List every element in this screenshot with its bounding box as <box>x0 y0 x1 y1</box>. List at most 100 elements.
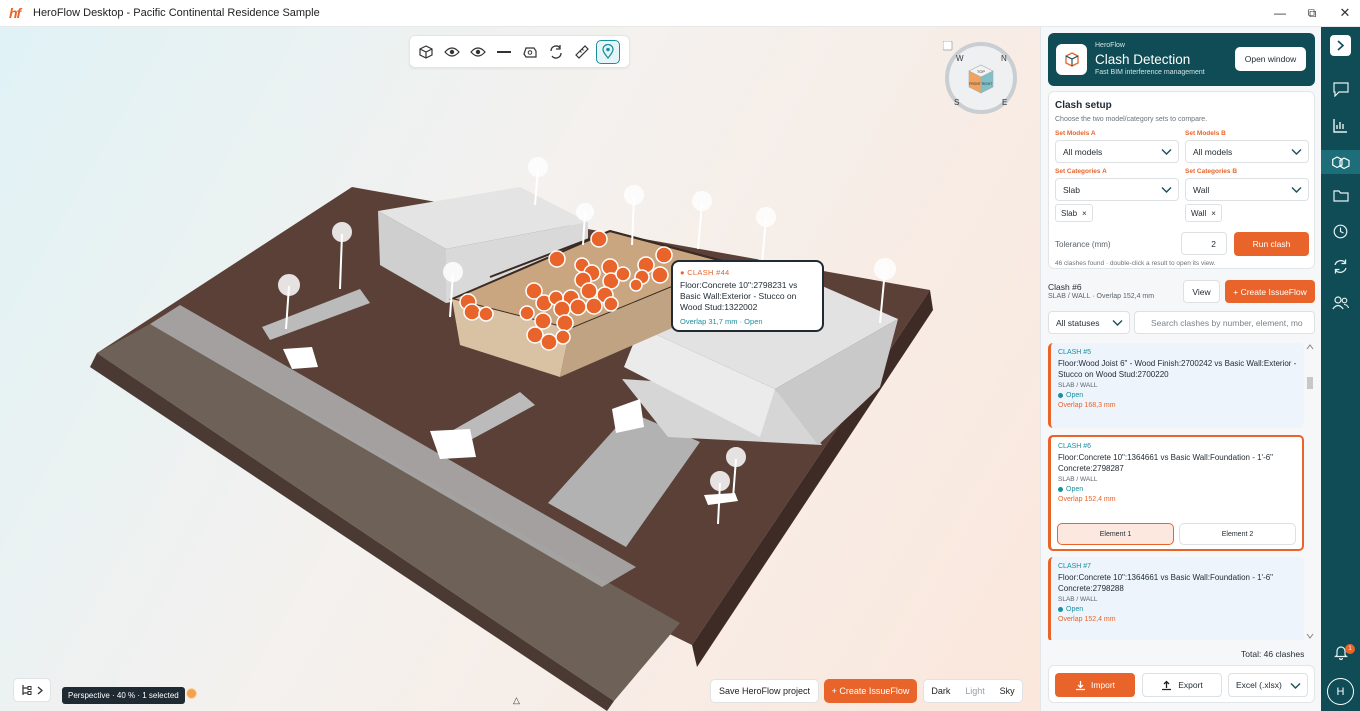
view-toolbar <box>409 35 630 68</box>
category-tag-b: Wall × <box>1185 204 1222 222</box>
clash-tooltip: ● CLASH #44 Floor:Concrete 10":2798231 v… <box>671 260 824 332</box>
chevron-right-icon[interactable] <box>1330 35 1351 56</box>
restore-button[interactable]: ⧉ <box>1304 5 1320 21</box>
tolerance-input[interactable]: 2 <box>1181 232 1227 255</box>
list-item-selected[interactable]: CLASH #6 Floor:Concrete 10":1364661 vs B… <box>1048 435 1304 551</box>
svg-text:S: S <box>954 98 959 107</box>
list-item[interactable]: CLASH #5 Floor:Wood Joist 6" - Wood Fini… <box>1048 343 1304 428</box>
create-issueflow-panel-button[interactable]: + Create IssueFlow <box>1225 280 1315 303</box>
download-icon <box>1075 680 1085 690</box>
title-bar: hf HeroFlow Desktop - Pacific Continenta… <box>0 0 1360 27</box>
rotate-icon[interactable] <box>544 40 568 64</box>
models-a-select[interactable]: All models <box>1055 140 1179 163</box>
clash-icon[interactable] <box>1321 150 1360 174</box>
pin-icon[interactable] <box>596 39 620 64</box>
clash-logo-icon <box>1056 44 1087 75</box>
avatar[interactable]: H <box>1327 678 1354 705</box>
create-issueflow-button[interactable]: + Create IssueFlow <box>824 679 917 703</box>
category-tag-a: Slab × <box>1055 204 1093 222</box>
model-viewport[interactable]: TOP FRONT RIGHT W N S E ● CLASH #44 Floo… <box>0 27 1040 711</box>
svg-text:TOP: TOP <box>977 69 985 74</box>
camera-status: Perspective · 40 % · 1 selected <box>62 687 185 704</box>
theme-dark[interactable]: Dark <box>931 686 950 696</box>
run-clash-button[interactable]: Run clash <box>1234 232 1309 256</box>
models-b-select[interactable]: All models <box>1185 140 1309 163</box>
element-2-button[interactable]: Element 2 <box>1179 523 1296 545</box>
app-logo: hf <box>9 5 21 21</box>
cube-icon[interactable] <box>414 40 438 64</box>
users-icon[interactable] <box>1330 292 1351 313</box>
remove-tag-icon[interactable]: × <box>1082 209 1087 218</box>
upload-icon <box>1162 680 1172 690</box>
chevron-down-icon <box>1112 320 1123 326</box>
panel-subtitle: Fast BIM interference management <box>1095 69 1205 76</box>
minimize-button[interactable]: — <box>1272 5 1288 21</box>
sync-icon[interactable] <box>1330 256 1351 277</box>
selected-clash-sub: SLAB / WALL · Overlap 152,4 mm <box>1048 293 1155 300</box>
setup-hint: Choose the two model/category sets to co… <box>1055 116 1208 123</box>
export-button[interactable]: Export <box>1142 673 1222 697</box>
tolerance-label: Tolerance (mm) <box>1055 240 1111 249</box>
cats-a-label: Set Categories A <box>1055 168 1107 175</box>
models-b-label: Set Models B <box>1185 130 1226 137</box>
list-item[interactable]: CLASH #7 Floor:Concrete 10":1364661 vs B… <box>1048 557 1304 640</box>
model-tree-button[interactable] <box>13 678 51 702</box>
clash-search-input[interactable]: Search clashes by number, element, mo <box>1134 311 1315 334</box>
tree-icon <box>22 685 32 695</box>
theme-sky[interactable]: Sky <box>1000 686 1015 696</box>
panel-header: HeroFlow Clash Detection Fast BIM interf… <box>1048 33 1315 86</box>
models-a-label: Set Models A <box>1055 130 1096 137</box>
right-rail: 1 H <box>1321 27 1360 711</box>
chevron-down-icon <box>1161 187 1172 193</box>
nav-cube[interactable]: TOP FRONT RIGHT W N S E <box>943 41 1023 121</box>
status-badge: Open <box>1058 606 1298 613</box>
eye-icon[interactable] <box>440 40 464 64</box>
tooltip-title: Floor:Concrete 10":2798231 vs Basic Wall… <box>680 280 798 312</box>
model-scene[interactable] <box>0 27 1040 711</box>
eye-alt-icon[interactable] <box>466 40 490 64</box>
chevron-down-icon <box>1290 683 1301 689</box>
chevron-down-icon <box>1291 187 1302 193</box>
caret-up-icon[interactable]: △ <box>513 695 520 706</box>
total-clashes: Total: 46 clashes <box>1241 649 1305 659</box>
element-1-button[interactable]: Element 1 <box>1057 523 1174 545</box>
tooltip-meta: Overlap 31,7 mm · Open <box>680 317 763 326</box>
panel-title: Clash Detection <box>1095 52 1191 67</box>
save-project-button[interactable]: Save HeroFlow project <box>710 679 819 703</box>
view-button[interactable]: View <box>1183 280 1220 303</box>
theme-light[interactable]: Light <box>965 686 985 696</box>
folder-icon[interactable] <box>1330 185 1351 206</box>
export-format-select[interactable]: Excel (.xlsx) <box>1228 673 1308 697</box>
header-brand: HeroFlow <box>1095 42 1125 49</box>
svg-text:RIGHT: RIGHT <box>982 82 993 86</box>
history-icon[interactable] <box>1330 221 1351 242</box>
comment-icon[interactable] <box>1330 79 1351 100</box>
cats-b-select[interactable]: Wall <box>1185 178 1309 201</box>
chart-icon[interactable] <box>1330 115 1351 136</box>
import-button[interactable]: Import <box>1055 673 1135 697</box>
chevron-right-icon <box>37 686 43 694</box>
clash-list: CLASH #5 Floor:Wood Joist 6" - Wood Fini… <box>1048 343 1306 640</box>
section-box-icon[interactable] <box>518 40 542 64</box>
setup-title: Clash setup <box>1055 100 1112 111</box>
results-summary: 46 clashes found · double-click a result… <box>1055 260 1216 267</box>
chevron-down-icon <box>1161 149 1172 155</box>
svg-text:E: E <box>1002 98 1007 107</box>
remove-tag-icon[interactable]: × <box>1211 209 1216 218</box>
svg-text:W: W <box>956 54 964 63</box>
cats-b-label: Set Categories B <box>1185 168 1238 175</box>
line-icon[interactable] <box>492 40 516 64</box>
open-window-button[interactable]: Open window <box>1235 47 1306 71</box>
close-button[interactable]: ✕ <box>1337 5 1353 21</box>
status-filter[interactable]: All statuses <box>1048 311 1130 334</box>
cats-a-select[interactable]: Slab <box>1055 178 1179 201</box>
measure-icon[interactable] <box>570 40 594 64</box>
svg-text:N: N <box>1001 54 1007 63</box>
theme-switcher: Dark Light Sky <box>923 679 1023 703</box>
notification-badge: 1 <box>1345 644 1355 654</box>
clash-panel: HeroFlow Clash Detection Fast BIM interf… <box>1040 27 1321 711</box>
chevron-down-icon <box>1291 149 1302 155</box>
status-badge: Open <box>1058 486 1296 493</box>
list-scrollbar[interactable] <box>1305 343 1315 640</box>
status-dot <box>186 688 197 699</box>
